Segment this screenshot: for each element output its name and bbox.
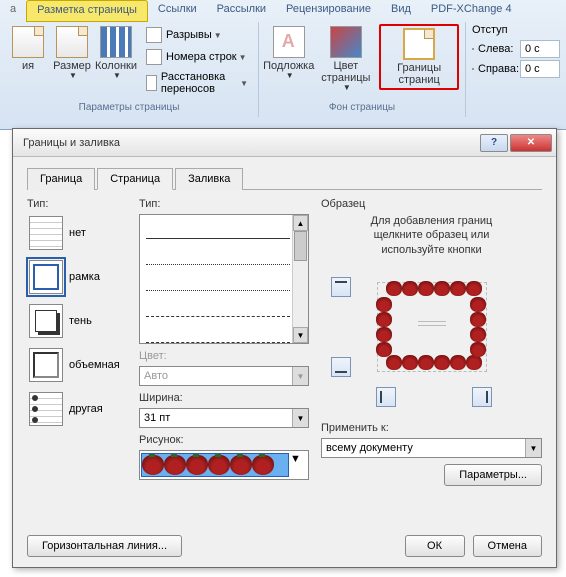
ribbon-tabs: а Разметка страницы Ссылки Рассылки Реце… (0, 0, 566, 22)
type-none-icon (29, 216, 63, 250)
chevron-down-icon[interactable]: ▼ (290, 453, 306, 477)
style-list[interactable]: ▲ ▼ (139, 214, 309, 344)
tab-pdf[interactable]: PDF-XChange 4 (421, 0, 522, 22)
indent-left-input[interactable]: 0 с (520, 40, 560, 58)
tab-review[interactable]: Рецензирование (276, 0, 381, 22)
type-custom[interactable]: другая (27, 390, 127, 428)
apply-to-combo[interactable]: всему документу▼ (321, 438, 542, 458)
hyphenation-icon (146, 75, 157, 91)
type-3d-icon (29, 348, 63, 382)
indent-title: Отступ (472, 24, 560, 36)
type-box[interactable]: рамка (27, 258, 127, 296)
preview-hint: Для добавления границ щелкните образец и… (321, 214, 542, 257)
color-combo: Авто▼ (139, 366, 309, 386)
dialog-tabs: Граница Страница Заливка (27, 167, 542, 190)
apply-to-label: Применить к: (321, 422, 542, 434)
size-icon (56, 26, 88, 58)
group-label-page-setup: Параметры страницы (6, 100, 252, 115)
indent-right-icon (472, 68, 474, 70)
raspberry-icon (230, 455, 252, 475)
page-color-icon (330, 26, 362, 58)
size-button[interactable]: Размер▼ (50, 24, 94, 83)
width-combo[interactable]: 31 пт▼ (139, 408, 309, 428)
page-borders-icon (403, 28, 435, 60)
indent-right-input[interactable]: 0 с (520, 60, 560, 78)
page-borders-button[interactable]: Границы страниц (379, 24, 459, 90)
columns-icon (100, 26, 132, 58)
chevron-down-icon: ▼ (292, 367, 308, 385)
tab-page-border[interactable]: Страница (97, 168, 173, 190)
breaks-icon (146, 27, 162, 43)
scroll-thumb[interactable] (294, 231, 307, 261)
type-label: Тип: (27, 198, 127, 210)
ribbon: а Разметка страницы Ссылки Рассылки Реце… (0, 0, 566, 130)
indent-left-label: Слева: (478, 43, 520, 55)
chevron-down-icon[interactable]: ▼ (292, 409, 308, 427)
type-3d[interactable]: объемная (27, 346, 127, 384)
help-button[interactable]: ? (480, 134, 508, 152)
line-numbers-button[interactable]: Номера строк▼ (142, 47, 252, 67)
dialog-titlebar: Границы и заливка ? ✕ (13, 129, 556, 157)
preview-canvas[interactable] (321, 267, 542, 387)
tab-view[interactable]: Вид (381, 0, 421, 22)
watermark-icon (273, 26, 305, 58)
tab-links[interactable]: Ссылки (148, 0, 207, 22)
preview-page (377, 282, 487, 372)
tab-cut[interactable]: а (0, 0, 26, 22)
group-page-setup: ия Размер▼ Колонки▼ Разрывы▼ Номера стро… (0, 22, 259, 117)
page-color-button[interactable]: Цвет страницы▼ (312, 24, 379, 95)
ok-button[interactable]: ОК (405, 535, 465, 557)
tab-mailings[interactable]: Рассылки (207, 0, 276, 22)
group-page-background: Подложка▼ Цвет страницы▼ Границы страниц… (259, 22, 466, 117)
raspberry-icon (164, 455, 186, 475)
color-label: Цвет: (139, 350, 309, 362)
preview-label: Образец (321, 198, 542, 210)
type-shadow-icon (29, 304, 63, 338)
edge-right-button[interactable] (472, 387, 492, 407)
close-button[interactable]: ✕ (510, 134, 552, 152)
indent-right-label: Справа: (478, 63, 520, 75)
columns-button[interactable]: Колонки▼ (94, 24, 138, 83)
type-shadow[interactable]: тень (27, 302, 127, 340)
tab-border[interactable]: Граница (27, 168, 95, 190)
raspberry-icon (186, 455, 208, 475)
raspberry-icon (142, 455, 164, 475)
scroll-down-icon[interactable]: ▼ (293, 327, 308, 343)
style-scrollbar[interactable]: ▲ ▼ (292, 215, 308, 343)
hyphenation-button[interactable]: Расстановка переносов▼ (142, 69, 252, 97)
type-none[interactable]: нет (27, 214, 127, 252)
scroll-up-icon[interactable]: ▲ (293, 215, 308, 231)
orientation-button[interactable]: ия (6, 24, 50, 74)
tab-shading[interactable]: Заливка (175, 168, 243, 190)
line-numbers-icon (146, 49, 162, 65)
type-box-icon (29, 260, 63, 294)
style-label: Тип: (139, 198, 309, 210)
type-custom-icon (29, 392, 63, 426)
group-indent: Отступ Слева: 0 с Справа: 0 с (466, 22, 566, 117)
edge-bottom-button[interactable] (331, 357, 351, 377)
breaks-button[interactable]: Разрывы▼ (142, 25, 252, 45)
dialog-title: Границы и заливка (23, 137, 478, 149)
chevron-down-icon[interactable]: ▼ (525, 439, 541, 457)
orientation-icon (12, 26, 44, 58)
indent-left-icon (472, 48, 474, 50)
raspberry-icon (208, 455, 230, 475)
watermark-button[interactable]: Подложка▼ (265, 24, 312, 83)
horizontal-line-button[interactable]: Горизонтальная линия... (27, 535, 182, 557)
edge-top-button[interactable] (331, 277, 351, 297)
width-label: Ширина: (139, 392, 309, 404)
borders-dialog: Границы и заливка ? ✕ Граница Страница З… (12, 128, 557, 568)
raspberry-icon (252, 455, 274, 475)
edge-left-button[interactable] (376, 387, 396, 407)
cancel-button[interactable]: Отмена (473, 535, 542, 557)
art-combo[interactable]: ▼ (139, 450, 309, 480)
params-button[interactable]: Параметры... (444, 464, 542, 486)
art-label: Рисунок: (139, 434, 309, 446)
group-label-page-background: Фон страницы (265, 100, 459, 115)
tab-page-layout[interactable]: Разметка страницы (26, 0, 148, 22)
